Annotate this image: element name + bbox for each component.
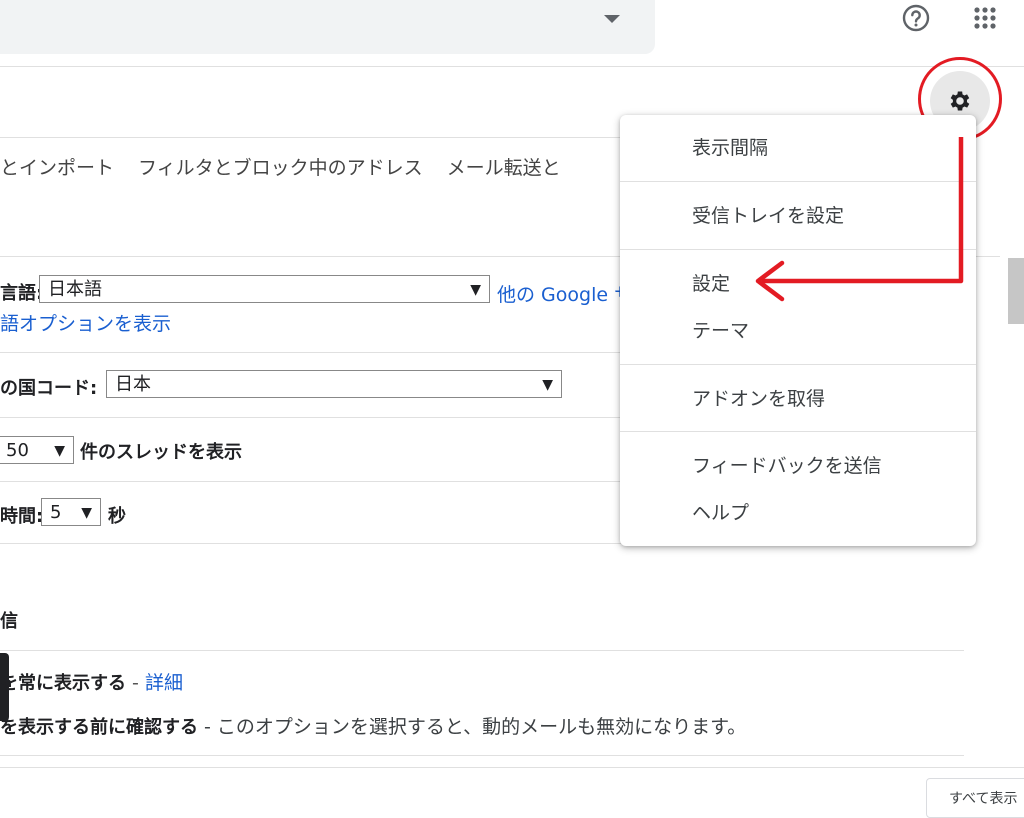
language-select[interactable]: 日本語 ▼ [39,275,490,303]
menu-item-themes[interactable]: テーマ [692,316,749,343]
undo-select-value: 5 [50,502,62,523]
language-select-value: 日本語 [48,279,102,300]
header-divider [0,66,1024,67]
search-bar[interactable] [0,0,655,54]
help-circle-icon[interactable] [902,4,930,32]
confirm-row: を表示する前に確認する - このオプションを選択すると、動的メールも無効になりま… [0,712,746,739]
always-show-label: を常に表示する [0,673,126,694]
country-select-value: 日本 [115,374,151,395]
footer-divider [0,767,1024,768]
seconds-unit: 秒 [108,506,126,527]
separator-dash: - [126,672,145,694]
apps-grid-icon[interactable] [973,6,997,30]
annotation-arrow [755,137,964,302]
country-code-label: の国コード: [0,378,98,399]
menu-item-get-addons[interactable]: アドオンを取得 [692,384,825,411]
confirm-label: を表示する前に確認する [0,717,198,738]
threads-label: 件のスレッドを表示 [80,442,242,463]
threads-per-page-select[interactable]: 50 ▼ [0,436,74,464]
tab-import[interactable]: とインポート [0,157,114,179]
dropdown-arrow-icon: ▼ [54,443,65,459]
confirm-description: - このオプションを選択すると、動的メールも無効になります。 [198,716,747,738]
always-show-row: を常に表示する - 詳細 [0,668,183,695]
menu-item-help[interactable]: ヘルプ [692,498,749,525]
language-options-link[interactable]: 語オプションを表示 [0,309,171,336]
show-all-button[interactable]: すべて表示 [926,778,1024,818]
dropdown-arrow-icon: ▼ [81,505,92,521]
details-link[interactable]: 詳細 [145,672,183,694]
search-options-caret-icon[interactable] [604,15,620,23]
section-heading: 信 [0,611,18,632]
language-label: 言語: [0,283,44,304]
other-google-link[interactable]: 他の Google サ [497,280,633,307]
row-divider [0,417,620,418]
threads-select-value: 50 [6,440,29,461]
row-divider [0,481,620,482]
toolbar-divider [0,137,620,138]
tab-forwarding[interactable]: メール転送と [447,157,561,179]
country-code-select[interactable]: 日本 ▼ [106,370,562,398]
undo-send-label: 時間: [0,506,44,527]
scrollbar-thumb[interactable] [1008,258,1024,324]
menu-item-settings[interactable]: 設定 [692,269,730,296]
row-divider [0,352,620,353]
menu-item-send-feedback[interactable]: フィードバックを送信 [692,451,882,478]
menu-divider [620,431,976,432]
row-divider [0,755,964,756]
dropdown-arrow-icon: ▼ [542,377,553,393]
row-divider [0,650,964,651]
undo-send-select[interactable]: 5 ▼ [41,498,101,526]
menu-divider [620,364,976,365]
settings-tabs: とインポート フィルタとブロック中のアドレス メール転送と [0,150,585,186]
tab-filters[interactable]: フィルタとブロック中のアドレス [138,157,423,179]
dropdown-arrow-icon: ▼ [470,282,481,298]
